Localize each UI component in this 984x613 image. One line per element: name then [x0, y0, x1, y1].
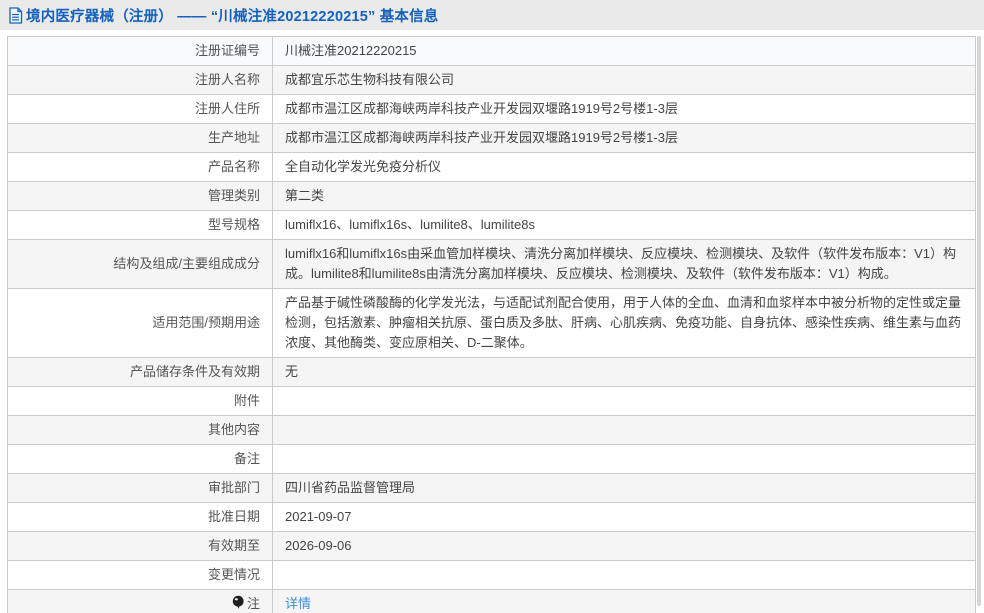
row-label: 生产地址 [8, 124, 273, 153]
row-value: 成都市温江区成都海峡两岸科技产业开发园双堰路1919号2号楼1-3层 [273, 124, 976, 153]
row-value: 无 [273, 358, 976, 387]
row-value: 成都市温江区成都海峡两岸科技产业开发园双堰路1919号2号楼1-3层 [273, 95, 976, 124]
row-label: 产品名称 [8, 153, 273, 182]
row-value: 2026-09-06 [273, 532, 976, 561]
table-row: 产品名称 全自动化学发光免疫分析仪 [8, 153, 976, 182]
row-label: 注册人住所 [8, 95, 273, 124]
row-value: 成都宜乐芯生物科技有限公司 [273, 66, 976, 95]
note-balloon-icon [232, 595, 245, 610]
table-row: 结构及组成/主要组成成分 lumiflx16和lumiflx16s由采血管加样模… [8, 240, 976, 289]
row-label: 备注 [8, 445, 273, 474]
vertical-scrollbar[interactable] [977, 36, 981, 606]
detail-link[interactable]: 详情 [285, 596, 311, 611]
row-value: 四川省药品监督管理局 [273, 474, 976, 503]
table-row: 附件 [8, 387, 976, 416]
row-label: 附件 [8, 387, 273, 416]
row-value [273, 561, 976, 590]
table-row: 产品储存条件及有效期 无 [8, 358, 976, 387]
table-row: 审批部门 四川省药品监督管理局 [8, 474, 976, 503]
table-row: 有效期至 2026-09-06 [8, 532, 976, 561]
row-label: 批准日期 [8, 503, 273, 532]
row-value: 详情 [273, 590, 976, 613]
page-header: 境内医疗器械（注册） —— “川械注准20212220215” 基本信息 [0, 0, 984, 30]
table-row: 注册人住所 成都市温江区成都海峡两岸科技产业开发园双堰路1919号2号楼1-3层 [8, 95, 976, 124]
table-row: 变更情况 [8, 561, 976, 590]
table-row: 其他内容 [8, 416, 976, 445]
table-row: 型号规格 lumiflx16、lumiflx16s、lumilite8、lumi… [8, 211, 976, 240]
registration-info-page: 境内医疗器械（注册） —— “川械注准20212220215” 基本信息 注册证… [0, 0, 984, 613]
row-value: 川械注准20212220215 [273, 37, 976, 66]
row-value: 产品基于碱性磷酸酶的化学发光法，与适配试剂配合使用，用于人体的全血、血清和血浆样… [273, 289, 976, 358]
row-label: 管理类别 [8, 182, 273, 211]
row-value: 第二类 [273, 182, 976, 211]
row-label: 注册人名称 [8, 66, 273, 95]
table-row: 注册人名称 成都宜乐芯生物科技有限公司 [8, 66, 976, 95]
table-row: 适用范围/预期用途 产品基于碱性磷酸酶的化学发光法，与适配试剂配合使用，用于人体… [8, 289, 976, 358]
row-label: 有效期至 [8, 532, 273, 561]
document-icon [8, 7, 23, 24]
row-value: lumiflx16、lumiflx16s、lumilite8、lumilite8… [273, 211, 976, 240]
row-value: lumiflx16和lumiflx16s由采血管加样模块、清洗分离加样模块、反应… [273, 240, 976, 289]
registration-info-table: 注册证编号 川械注准20212220215 注册人名称 成都宜乐芯生物科技有限公… [7, 36, 976, 613]
row-label: 产品储存条件及有效期 [8, 358, 273, 387]
row-label: 结构及组成/主要组成成分 [8, 240, 273, 289]
row-label: 其他内容 [8, 416, 273, 445]
row-value: 全自动化学发光免疫分析仪 [273, 153, 976, 182]
row-value [273, 387, 976, 416]
table-row: 注册证编号 川械注准20212220215 [8, 37, 976, 66]
table-row: 管理类别 第二类 [8, 182, 976, 211]
row-value [273, 445, 976, 474]
row-label: 注册证编号 [8, 37, 273, 66]
page-title: 境内医疗器械（注册） —— “川械注准20212220215” 基本信息 [26, 5, 439, 26]
row-label: 注 [247, 596, 260, 611]
row-label: 型号规格 [8, 211, 273, 240]
row-value [273, 416, 976, 445]
table-row: 备注 [8, 445, 976, 474]
note-row-label: 注 [8, 590, 273, 613]
table-row: 批准日期 2021-09-07 [8, 503, 976, 532]
row-label: 适用范围/预期用途 [8, 289, 273, 358]
table-row: 注 详情 [8, 590, 976, 613]
row-value: 2021-09-07 [273, 503, 976, 532]
table-row: 生产地址 成都市温江区成都海峡两岸科技产业开发园双堰路1919号2号楼1-3层 [8, 124, 976, 153]
row-label: 变更情况 [8, 561, 273, 590]
row-label: 审批部门 [8, 474, 273, 503]
